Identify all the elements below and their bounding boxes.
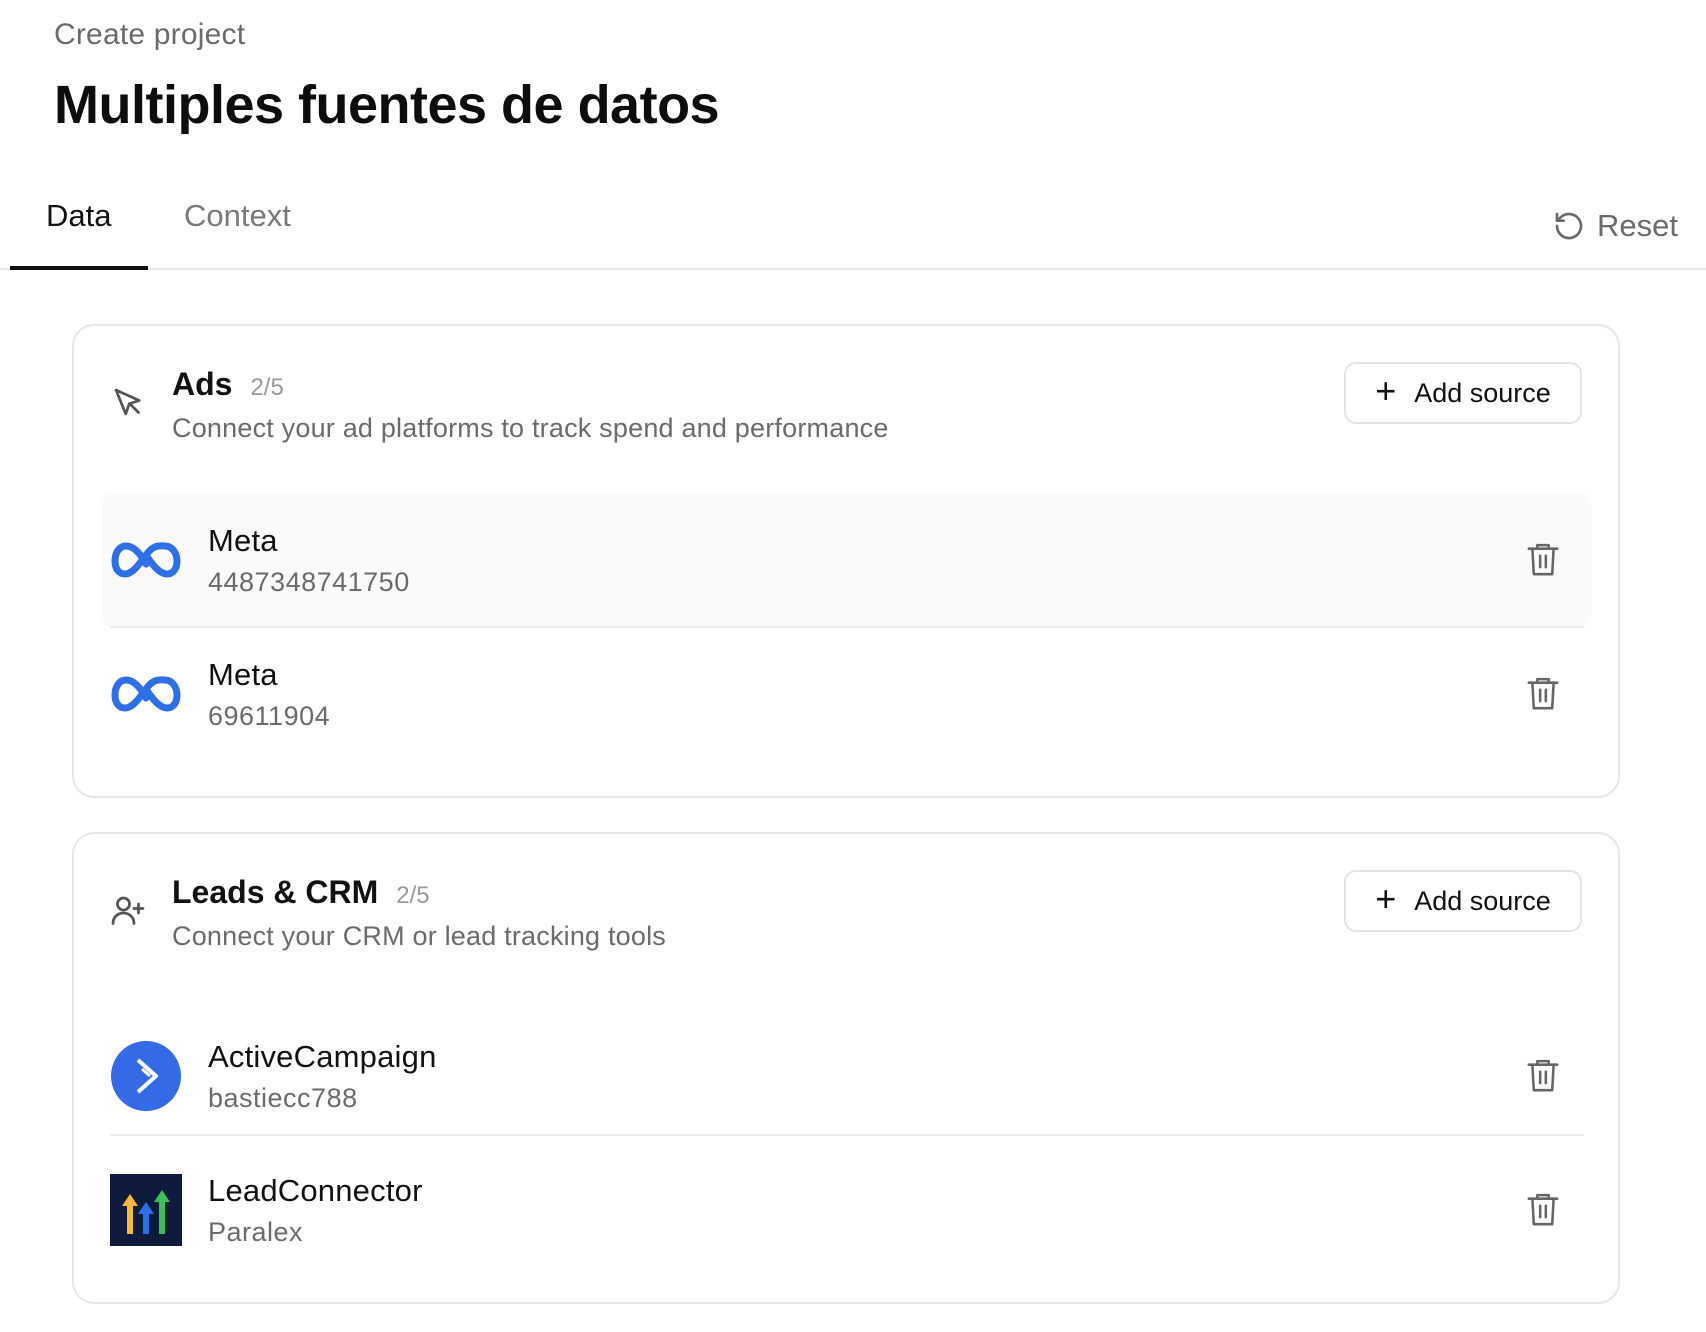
rotate-ccw-icon bbox=[1555, 212, 1583, 240]
ads-section-header: Ads 2/5 Connect your ad platforms to tra… bbox=[172, 366, 889, 444]
leads-section-header: Leads & CRM 2/5 Connect your CRM or lead… bbox=[172, 874, 666, 952]
active-tab-indicator bbox=[10, 266, 148, 270]
section-title: Ads bbox=[172, 366, 233, 402]
section-description: Connect your CRM or lead tracking tools bbox=[172, 921, 667, 951]
source-row-meta-2[interactable]: Meta 69611904 bbox=[102, 628, 1592, 760]
trash-icon[interactable] bbox=[1526, 675, 1560, 713]
page-title: Multiples fuentes de datos bbox=[54, 75, 720, 135]
tab-context[interactable]: Context bbox=[184, 198, 291, 234]
section-count: 2/5 bbox=[396, 882, 430, 909]
source-detail: 69611904 bbox=[208, 700, 331, 731]
breadcrumb: Create project bbox=[54, 18, 246, 51]
plus-icon: + bbox=[1375, 370, 1397, 411]
plus-icon: + bbox=[1375, 878, 1397, 919]
source-row-meta-1[interactable]: Meta 4487348741750 bbox=[102, 494, 1592, 626]
ads-section-card: Ads 2/5 Connect your ad platforms to tra… bbox=[72, 324, 1620, 798]
source-detail: bastiecc788 bbox=[208, 1082, 358, 1113]
add-source-label: Add source bbox=[1414, 377, 1551, 408]
trash-icon[interactable] bbox=[1526, 541, 1560, 579]
meta-logo-icon bbox=[111, 542, 181, 578]
source-name: ActiveCampaign bbox=[208, 1038, 437, 1074]
add-crm-source-button[interactable]: + Add source bbox=[1344, 870, 1582, 932]
source-name: LeadConnector bbox=[208, 1172, 423, 1208]
tab-bar: Data Context Reset bbox=[0, 178, 1706, 270]
source-row-leadconnector[interactable]: LeadConnector Paralex bbox=[102, 1144, 1592, 1276]
user-plus-icon bbox=[111, 896, 145, 925]
source-name: Meta bbox=[208, 522, 278, 558]
source-name: Meta bbox=[208, 656, 278, 692]
section-title: Leads & CRM bbox=[172, 874, 379, 910]
source-row-activecampaign[interactable]: ActiveCampaign bastiecc788 bbox=[102, 1010, 1592, 1142]
trash-icon[interactable] bbox=[1526, 1191, 1560, 1229]
meta-logo-icon bbox=[111, 676, 181, 712]
leadconnector-logo-icon bbox=[110, 1174, 182, 1246]
add-ads-source-button[interactable]: + Add source bbox=[1344, 362, 1582, 424]
reset-label: Reset bbox=[1597, 208, 1678, 243]
tab-data[interactable]: Data bbox=[46, 198, 111, 234]
create-project-page: Create project Multiples fuentes de dato… bbox=[0, 0, 1706, 1332]
section-description: Connect your ad platforms to track spend… bbox=[172, 413, 889, 443]
section-count: 2/5 bbox=[250, 374, 284, 401]
source-detail: 4487348741750 bbox=[208, 566, 410, 597]
row-divider bbox=[110, 1134, 1584, 1136]
reset-button[interactable]: Reset bbox=[1553, 208, 1678, 244]
activecampaign-logo-icon bbox=[111, 1041, 181, 1111]
source-detail: Paralex bbox=[208, 1216, 304, 1247]
add-source-label: Add source bbox=[1414, 885, 1551, 916]
leads-crm-section-card: Leads & CRM 2/5 Connect your CRM or lead… bbox=[72, 832, 1620, 1304]
trash-icon[interactable] bbox=[1526, 1057, 1560, 1095]
cursor-arrow-icon bbox=[114, 388, 141, 416]
